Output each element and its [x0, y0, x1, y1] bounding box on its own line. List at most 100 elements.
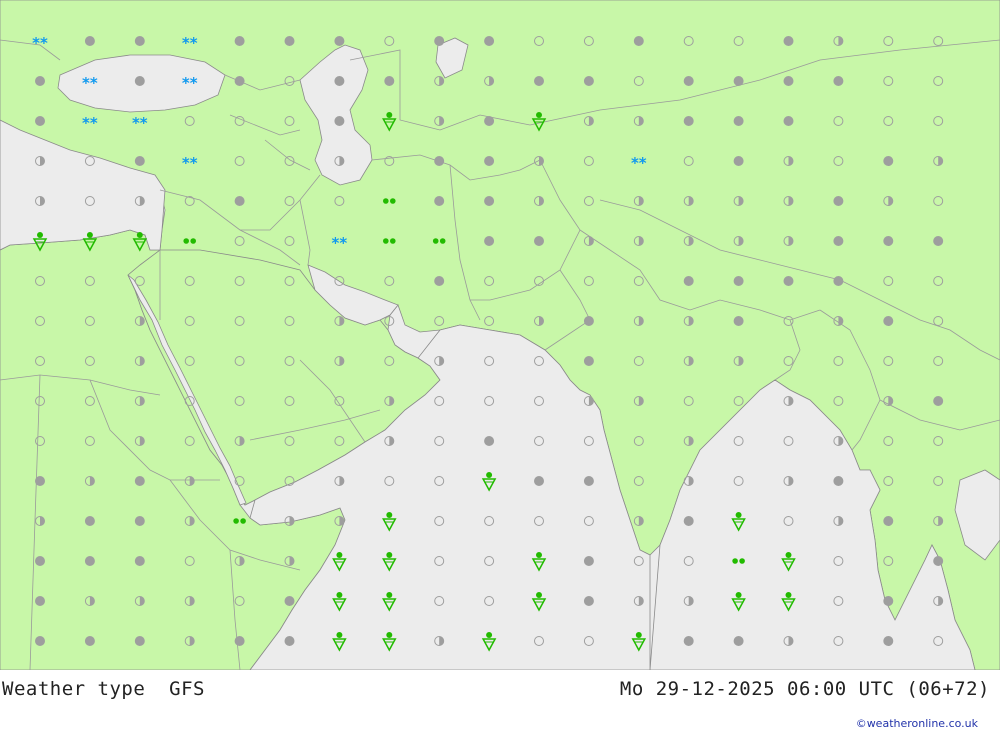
- overcast-icon: [534, 236, 544, 246]
- overcast-icon: [234, 196, 245, 206]
- overcast-icon: [783, 76, 794, 86]
- overcast-icon: [434, 156, 445, 166]
- overcast-icon: [534, 76, 544, 86]
- overcast-icon: [84, 36, 95, 46]
- overcast-icon: [883, 156, 894, 166]
- svg-text:**: **: [182, 34, 198, 52]
- svg-text:**: **: [32, 34, 48, 52]
- overcast-icon: [434, 36, 445, 46]
- overcast-icon: [833, 476, 844, 486]
- snow-icon: **: [631, 154, 647, 172]
- overcast-icon: [733, 636, 744, 646]
- overcast-icon: [883, 316, 894, 326]
- map-title: Weather type GFS: [2, 678, 205, 700]
- overcast-icon: [284, 636, 295, 646]
- overcast-icon: [134, 156, 145, 166]
- svg-text:**: **: [332, 234, 348, 252]
- overcast-icon: [833, 76, 844, 86]
- svg-text:**: **: [132, 114, 148, 132]
- overcast-icon: [134, 516, 145, 526]
- overcast-icon: [833, 276, 844, 286]
- overcast-icon: [583, 356, 594, 366]
- overcast-icon: [384, 76, 395, 86]
- overcast-icon: [783, 36, 794, 46]
- svg-text:**: **: [82, 114, 98, 132]
- snow-icon: **: [132, 114, 148, 132]
- overcast-icon: [933, 236, 944, 246]
- overcast-icon: [334, 116, 345, 126]
- overcast-icon: [583, 316, 594, 326]
- snow-icon: **: [182, 154, 198, 172]
- overcast-icon: [883, 236, 894, 246]
- overcast-icon: [484, 156, 495, 166]
- map-footer: Weather type GFS Mo 29-12-2025 06:00 UTC…: [0, 670, 1000, 733]
- overcast-icon: [683, 636, 694, 646]
- overcast-icon: [683, 116, 694, 126]
- weather-type-map: ** ** ** ** ** ** ** ** **: [0, 0, 1000, 670]
- overcast-icon: [234, 636, 245, 646]
- snow-icon: **: [182, 34, 198, 52]
- overcast-icon: [883, 636, 894, 646]
- svg-text:**: **: [631, 154, 647, 172]
- overcast-icon: [783, 116, 794, 126]
- overcast-icon: [434, 276, 445, 286]
- overcast-icon: [134, 76, 145, 86]
- overcast-icon: [484, 36, 495, 46]
- overcast-icon: [134, 556, 145, 566]
- overcast-icon: [633, 36, 644, 46]
- overcast-icon: [334, 36, 345, 46]
- overcast-icon: [683, 516, 694, 526]
- overcast-icon: [484, 116, 495, 126]
- overcast-icon: [434, 196, 445, 206]
- overcast-icon: [733, 156, 744, 166]
- overcast-icon: [35, 596, 45, 606]
- overcast-icon: [783, 276, 794, 286]
- overcast-icon: [134, 476, 145, 486]
- overcast-icon: [733, 276, 744, 286]
- overcast-icon: [484, 196, 495, 206]
- forecast-datetime: Mo 29-12-2025 06:00 UTC (06+72): [619, 678, 990, 700]
- overcast-icon: [683, 76, 694, 86]
- overcast-icon: [534, 476, 544, 486]
- overcast-icon: [933, 396, 944, 406]
- svg-text:**: **: [182, 74, 198, 92]
- overcast-icon: [35, 476, 45, 486]
- overcast-icon: [833, 236, 844, 246]
- overcast-icon: [733, 76, 744, 86]
- overcast-icon: [84, 556, 95, 566]
- overcast-icon: [484, 236, 495, 246]
- overcast-icon: [334, 76, 345, 86]
- overcast-icon: [484, 436, 495, 446]
- snow-icon: **: [32, 34, 48, 52]
- overcast-icon: [284, 36, 295, 46]
- overcast-icon: [35, 116, 45, 126]
- snow-icon: **: [182, 74, 198, 92]
- overcast-icon: [234, 36, 245, 46]
- overcast-icon: [134, 636, 145, 646]
- overcast-icon: [733, 116, 744, 126]
- overcast-icon: [35, 76, 45, 86]
- overcast-icon: [583, 76, 594, 86]
- overcast-icon: [84, 636, 95, 646]
- overcast-icon: [35, 556, 45, 566]
- overcast-icon: [284, 596, 295, 606]
- overcast-icon: [833, 196, 844, 206]
- overcast-icon: [733, 316, 744, 326]
- overcast-icon: [84, 516, 95, 526]
- overcast-icon: [234, 76, 245, 86]
- overcast-icon: [883, 516, 894, 526]
- overcast-icon: [35, 636, 45, 646]
- overcast-icon: [583, 596, 594, 606]
- credit-link[interactable]: ©weatheronline.co.uk: [856, 717, 978, 730]
- snow-icon: **: [332, 234, 348, 252]
- svg-text:**: **: [82, 74, 98, 92]
- overcast-icon: [883, 596, 894, 606]
- overcast-icon: [134, 36, 145, 46]
- snow-icon: **: [82, 74, 98, 92]
- svg-text:**: **: [182, 154, 198, 172]
- overcast-icon: [683, 276, 694, 286]
- overcast-icon: [583, 476, 594, 486]
- overcast-icon: [583, 556, 594, 566]
- snow-icon: **: [82, 114, 98, 132]
- overcast-icon: [933, 556, 944, 566]
